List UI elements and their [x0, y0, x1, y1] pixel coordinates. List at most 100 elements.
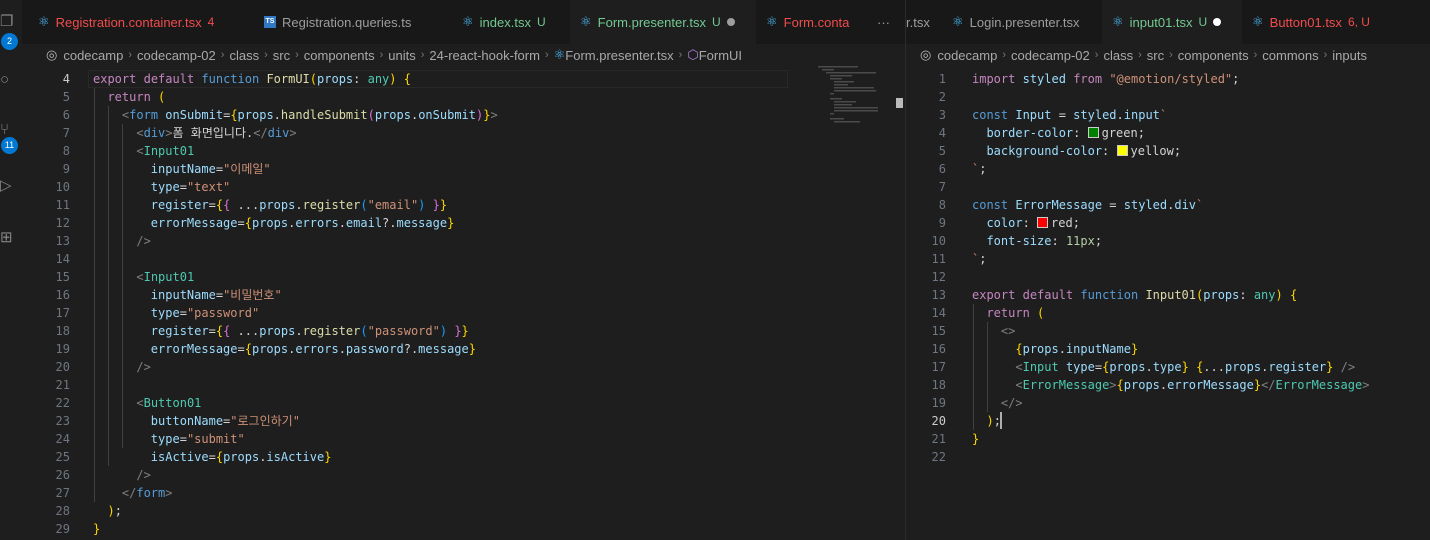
color-swatch-icon[interactable] [1037, 217, 1049, 228]
code-line[interactable]: 22 <Button01 [22, 394, 905, 412]
code-line[interactable]: 5 background-color: yellow; [906, 142, 1430, 160]
unsaved-dot-icon[interactable] [1213, 18, 1222, 26]
color-swatch-icon[interactable] [1087, 127, 1099, 138]
symbol-icon: ⬡ [687, 47, 699, 62]
code-text: const Input = styled.input` [972, 108, 1168, 122]
code-line[interactable]: 3 const Input = styled.input` [906, 106, 1430, 124]
code-text: <form onSubmit={props.handleSubmit(props… [121, 108, 498, 122]
tab-index-tsx[interactable]: ⚛ index.tsx U [452, 0, 570, 44]
breadcrumb-item[interactable]: FormUI [699, 48, 742, 63]
code-line[interactable]: 17 <Input type={props.type} {...props.re… [906, 358, 1430, 376]
breadcrumb-item[interactable]: 24-react-hook-form [429, 48, 540, 63]
run-debug-icon[interactable]: ▷ [0, 178, 16, 194]
code-line[interactable]: 13 export default function Input01(props:… [906, 286, 1430, 304]
code-line[interactable]: 29} [22, 520, 905, 538]
code-line[interactable]: 13 /> [22, 232, 905, 250]
tab-registration-container-tsx[interactable]: ⚛ Registration.container.tsx 4 [28, 0, 254, 44]
code-line[interactable]: 20 /> [22, 358, 905, 376]
code-line[interactable]: 20 ); [906, 412, 1430, 430]
code-line[interactable]: 5 return ( [22, 88, 905, 106]
line-number: 11 [55, 198, 70, 212]
code-line[interactable]: 16 inputName="비밀번호" [22, 286, 905, 304]
code-line[interactable]: 19 errorMessage={props.errors.password?.… [22, 340, 905, 358]
breadcrumb-item[interactable]: units [388, 48, 415, 63]
code-line[interactable]: 17 type="password" [22, 304, 905, 322]
tab-status: U [536, 15, 546, 29]
code-line[interactable]: 21} [906, 430, 1430, 448]
tab-registration-queries-ts[interactable]: TS Registration.queries.ts [254, 0, 452, 44]
code-line[interactable]: 22 [906, 448, 1430, 466]
breadcrumb-root-icon: ◎ [46, 47, 58, 62]
code-line[interactable]: 1 import styled from "@emotion/styled"; [906, 70, 1430, 88]
breadcrumb-item[interactable]: class [229, 48, 259, 63]
code-line[interactable]: 12 [906, 268, 1430, 286]
color-swatch-icon[interactable] [1116, 145, 1128, 156]
tab-form-conta[interactable]: ⚛ Form.conta [756, 0, 860, 44]
code-line[interactable]: 12 errorMessage={props.errors.email?.mes… [22, 214, 905, 232]
tab-r-tsx[interactable]: r.tsx [906, 0, 942, 44]
code-line[interactable]: 10 font-size: 11px; [906, 232, 1430, 250]
code-line[interactable]: 6 <form onSubmit={props.handleSubmit(pro… [22, 106, 905, 124]
code-line[interactable]: 15 <> [906, 322, 1430, 340]
extensions-icon[interactable]: ⊞ [0, 230, 16, 246]
line-number: 2 [938, 90, 946, 104]
react-icon: ⚛ [462, 14, 474, 29]
code-line[interactable]: 9 color: red; [906, 214, 1430, 232]
unsaved-dot-icon[interactable] [726, 18, 735, 26]
code-line[interactable]: 8 const ErrorMessage = styled.div` [906, 196, 1430, 214]
breadcrumb-item[interactable]: class [1103, 48, 1133, 63]
code-line[interactable]: 14 [22, 250, 905, 268]
breadcrumb-item[interactable]: commons [1262, 48, 1318, 63]
code-line[interactable]: 7 [906, 178, 1430, 196]
code-line[interactable]: 6 `; [906, 160, 1430, 178]
line-number: 25 [55, 450, 70, 464]
more-tabs-button[interactable]: ··· [869, 0, 905, 44]
code-text: export default function Input01(props: a… [972, 288, 1298, 302]
code-line[interactable]: 4 border-color: green; [906, 124, 1430, 142]
code-line[interactable]: 8 <Input01 [22, 142, 905, 160]
current-line-highlight [88, 70, 788, 88]
code-line[interactable]: 11 register={{ ...props.register("email"… [22, 196, 905, 214]
code-line[interactable]: 2 [906, 88, 1430, 106]
code-line[interactable]: 14 return ( [906, 304, 1430, 322]
scrollbar-mark[interactable] [896, 98, 903, 108]
code-line[interactable]: 23 buttonName="로그인하기" [22, 412, 905, 430]
code-line[interactable]: 11 `; [906, 250, 1430, 268]
search-icon[interactable]: ○ [0, 72, 16, 88]
extensions-badge: 11 [1, 137, 18, 154]
breadcrumb-item[interactable]: src [273, 48, 290, 63]
code-line[interactable]: 16 {props.inputName} [906, 340, 1430, 358]
code-line[interactable]: 18 <ErrorMessage>{props.errorMessage}</E… [906, 376, 1430, 394]
minimap[interactable] [818, 64, 905, 124]
code-line[interactable]: 25 isActive={props.isActive} [22, 448, 905, 466]
breadcrumb-item[interactable]: components [304, 48, 375, 63]
code-line[interactable]: 28 ); [22, 502, 905, 520]
code-line[interactable]: 15 <Input01 [22, 268, 905, 286]
breadcrumb-item[interactable]: Form.presenter.tsx [565, 48, 673, 63]
breadcrumb-item[interactable]: inputs [1332, 48, 1367, 63]
code-line[interactable]: 24 type="submit" [22, 430, 905, 448]
breadcrumb-item[interactable]: codecamp [937, 48, 997, 63]
code-text: import styled from "@emotion/styled"; [972, 72, 1240, 86]
source-control-icon[interactable]: ⑂ [0, 122, 16, 138]
breadcrumb-item[interactable]: src [1147, 48, 1164, 63]
tab-form-presenter-tsx[interactable]: ⚛ Form.presenter.tsx U [570, 0, 756, 44]
breadcrumb-item[interactable]: components [1178, 48, 1249, 63]
tab-button01-tsx[interactable]: ⚛ Button01.tsx 6, U [1242, 0, 1390, 44]
breadcrumb-item[interactable]: codecamp [63, 48, 123, 63]
code-line[interactable]: 26 /> [22, 466, 905, 484]
breadcrumb-item[interactable]: codecamp-02 [1011, 48, 1090, 63]
code-line[interactable]: 10 type="text" [22, 178, 905, 196]
code-line[interactable]: 19 </> [906, 394, 1430, 412]
indent-guide [122, 124, 123, 448]
tab-input01-tsx[interactable]: ⚛ input01.tsx U [1102, 0, 1242, 44]
code-line[interactable]: 18 register={{ ...props.register("passwo… [22, 322, 905, 340]
tab-login-presenter-tsx[interactable]: ⚛ Login.presenter.tsx [942, 0, 1102, 44]
code-line[interactable]: 27 </form> [22, 484, 905, 502]
code-line[interactable]: 7 <div>폼 화면입니다.</div> [22, 124, 905, 142]
explorer-icon[interactable]: ❐ [0, 14, 16, 30]
activity-bar: ❐ 2 ○ ⑂ 11 ▷ ⊞ [0, 0, 22, 540]
code-line[interactable]: 9 inputName="이메일" [22, 160, 905, 178]
breadcrumb-item[interactable]: codecamp-02 [137, 48, 216, 63]
code-line[interactable]: 21 [22, 376, 905, 394]
